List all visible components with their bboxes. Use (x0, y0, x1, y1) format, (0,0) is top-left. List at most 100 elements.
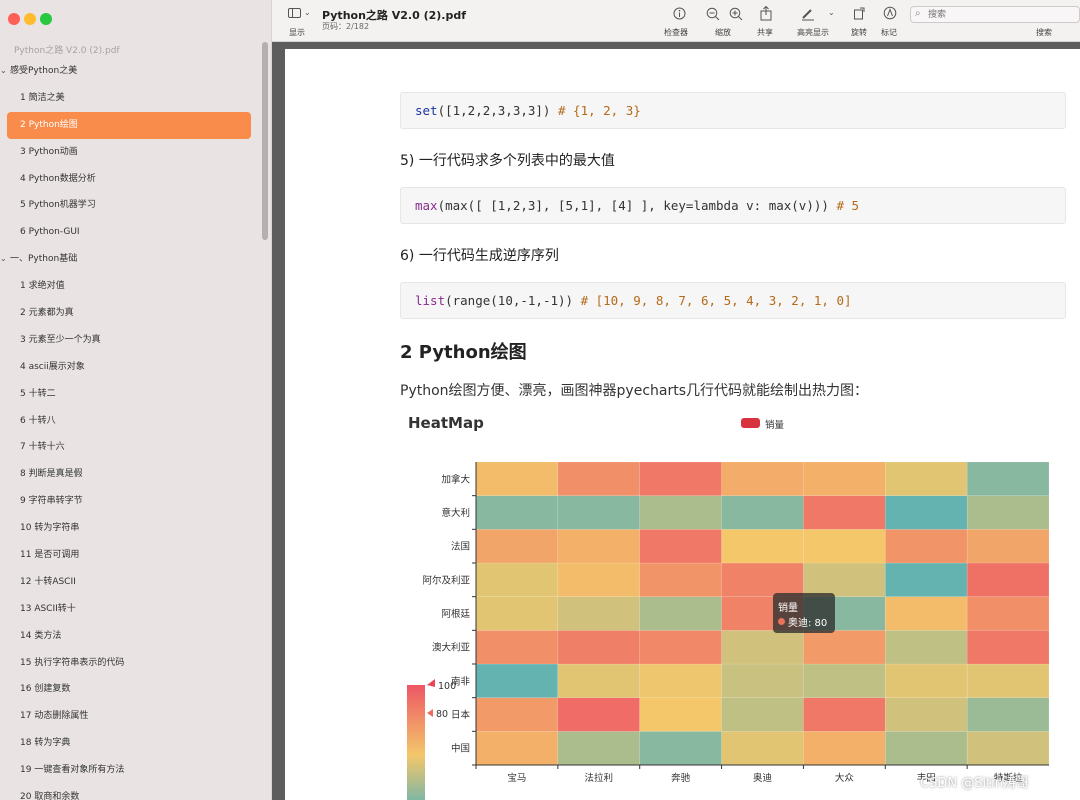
heatmap-cell[interactable] (966, 562, 1050, 597)
heatmap-cell[interactable] (803, 663, 886, 698)
heatmap-cell[interactable] (721, 529, 804, 564)
heatmap-cell[interactable] (557, 461, 640, 496)
heatmap-cell[interactable] (885, 596, 968, 631)
heatmap-cell[interactable] (803, 529, 886, 564)
info-icon[interactable] (673, 7, 686, 23)
toc-item[interactable]: 10 转为字符串 (0, 515, 260, 542)
toc-item[interactable]: 2 Python绘图 (7, 111, 251, 139)
heatmap-cell[interactable] (966, 697, 1050, 732)
toc-item[interactable]: 6 Python-GUI (0, 219, 260, 246)
toc-section[interactable]: ⌄ 一、Python基础 (0, 246, 260, 273)
toc-item[interactable]: 16 创建复数 (0, 676, 260, 703)
toc-item[interactable]: 14 类方法 (0, 623, 260, 650)
chevron-down-icon[interactable]: ⌄ (0, 58, 7, 85)
toc-item[interactable]: 5 Python机器学习 (0, 192, 260, 219)
heatmap-cell[interactable] (803, 697, 886, 732)
heatmap-cell[interactable] (475, 529, 559, 564)
heatmap-cell[interactable] (966, 495, 1050, 530)
heatmap-cell[interactable] (885, 495, 968, 530)
toc-item[interactable]: 9 字符串转字节 (0, 488, 260, 515)
heatmap-cell[interactable] (557, 495, 640, 530)
zoom-in-icon[interactable] (729, 7, 743, 24)
toc-item[interactable]: 3 Python动画 (0, 139, 260, 166)
toc-item[interactable]: 20 取商和余数 (0, 784, 260, 800)
toc-item[interactable]: 19 一键查看对象所有方法 (0, 757, 260, 784)
heatmap-cell[interactable] (966, 461, 1050, 496)
sidebar-scrollbar[interactable] (262, 42, 268, 240)
toc-item[interactable]: 2 元素都为真 (0, 300, 260, 327)
toc-item[interactable]: 8 判断是真是假 (0, 461, 260, 488)
toc-item[interactable]: 6 十转八 (0, 408, 260, 435)
heatmap-cell[interactable] (639, 461, 722, 496)
heatmap-cell[interactable] (639, 562, 722, 597)
heatmap-cell[interactable] (721, 461, 804, 496)
heatmap-cell[interactable] (721, 663, 804, 698)
heatmap-cell[interactable] (803, 630, 886, 665)
toc-item[interactable]: 1 簡洁之美 (0, 85, 260, 112)
heatmap-cell[interactable] (557, 663, 640, 698)
sidebar-toggle-icon[interactable] (288, 8, 302, 22)
heatmap-cell[interactable] (966, 731, 1050, 766)
heatmap-cell[interactable] (803, 731, 886, 766)
heatmap-cell[interactable] (557, 697, 640, 732)
toc-item[interactable]: 15 执行字符串表示的代码 (0, 650, 260, 677)
heatmap-cell[interactable] (639, 697, 722, 732)
heatmap-cell[interactable] (639, 731, 722, 766)
heatmap-cell[interactable] (721, 697, 804, 732)
toc-item[interactable]: 3 元素至少一个为真 (0, 327, 260, 354)
heatmap-cell[interactable] (639, 630, 722, 665)
heatmap-cell[interactable] (885, 663, 968, 698)
zoom-window-button[interactable] (40, 13, 52, 25)
heatmap-cell[interactable] (639, 529, 722, 564)
heatmap-cell[interactable] (639, 495, 722, 530)
search-input[interactable] (928, 8, 1073, 21)
toc-item[interactable]: 5 十转二 (0, 381, 260, 408)
share-icon[interactable] (760, 5, 772, 24)
heatmap-cell[interactable] (475, 562, 559, 597)
chevron-down-icon[interactable]: ⌄ (304, 8, 311, 17)
legend-swatch[interactable] (741, 418, 760, 428)
heatmap-cell[interactable] (639, 596, 722, 631)
toc-section[interactable]: ⌄ 感受Python之美 (0, 58, 260, 85)
visual-map-bar[interactable] (407, 685, 425, 800)
chevron-down-icon[interactable]: ⌄ (0, 246, 7, 273)
heatmap-cell[interactable] (885, 562, 968, 597)
markup-icon[interactable] (883, 6, 897, 23)
zoom-out-icon[interactable] (706, 7, 720, 24)
highlight-pen-icon[interactable] (801, 7, 815, 24)
toc-item[interactable]: 7 十转十六 (0, 434, 260, 461)
heatmap-cell[interactable] (639, 663, 722, 698)
toc-item[interactable]: 11 是否可调用 (0, 542, 260, 569)
rotate-icon[interactable] (853, 6, 867, 23)
heatmap-cell[interactable] (721, 630, 804, 665)
heatmap-cell[interactable] (885, 697, 968, 732)
heatmap-cell[interactable] (475, 461, 559, 496)
heatmap-cell[interactable] (885, 529, 968, 564)
search-box[interactable]: ⌕ (910, 6, 1080, 23)
toc-item[interactable]: 4 Python数据分析 (0, 166, 260, 193)
heatmap-cell[interactable] (721, 495, 804, 530)
heatmap-cell[interactable] (557, 596, 640, 631)
heatmap-cell[interactable] (885, 731, 968, 766)
heatmap-cell[interactable] (803, 562, 886, 597)
highlight-options-chevron-icon[interactable]: ⌄ (828, 8, 835, 17)
toc-item[interactable]: 1 求绝对值 (0, 273, 260, 300)
heatmap-cell[interactable] (475, 731, 559, 766)
heatmap-cell[interactable] (557, 630, 640, 665)
heatmap-cell[interactable] (557, 562, 640, 597)
heatmap-cell[interactable] (885, 461, 968, 496)
heatmap-cell[interactable] (475, 663, 559, 698)
heatmap-cell[interactable] (557, 731, 640, 766)
close-window-button[interactable] (8, 13, 20, 25)
heatmap-cell[interactable] (475, 495, 559, 530)
toc-item[interactable]: 18 转为字典 (0, 730, 260, 757)
heatmap-cell[interactable] (721, 562, 804, 597)
heatmap-cell[interactable] (966, 529, 1050, 564)
heatmap-cell[interactable] (803, 495, 886, 530)
heatmap-cell[interactable] (966, 663, 1050, 698)
heatmap-cell[interactable] (721, 731, 804, 766)
toc-item[interactable]: 4 ascii展示对象 (0, 354, 260, 381)
heatmap-cell[interactable] (475, 596, 559, 631)
heatmap-cell[interactable] (475, 697, 559, 732)
heatmap-cell[interactable] (885, 630, 968, 665)
